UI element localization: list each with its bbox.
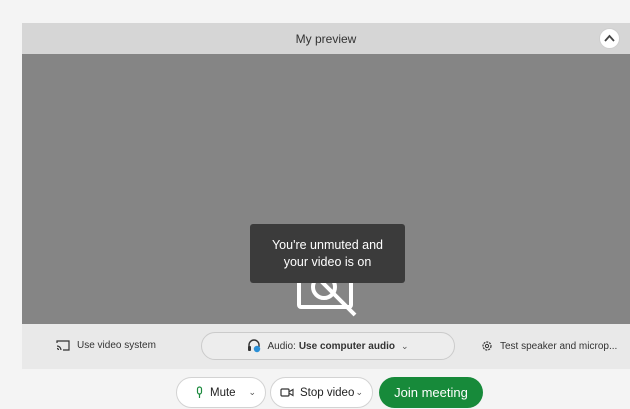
test-speaker-label: Test speaker and microp...	[500, 340, 618, 352]
chevron-down-icon: ⌄	[400, 340, 409, 351]
use-video-system-label: Use video system	[77, 340, 156, 351]
video-options-chevron-icon[interactable]: ⌄	[355, 387, 363, 398]
join-meeting-button[interactable]: Join meeting	[379, 377, 483, 408]
mute-button[interactable]: Mute ⌄	[176, 377, 266, 408]
video-camera-icon	[280, 388, 294, 397]
meeting-controls: Mute ⌄ Stop video ⌄ Join meeting	[0, 377, 630, 409]
use-video-system-button[interactable]: Use video system	[56, 340, 156, 351]
preview-header: My preview	[22, 23, 630, 54]
audio-prefix: Audio:	[267, 340, 296, 352]
collapse-preview-button[interactable]	[599, 28, 620, 49]
stop-video-label: Stop video	[300, 386, 355, 399]
preview-title: My preview	[295, 31, 357, 46]
chevron-up-icon	[604, 34, 615, 42]
audio-select[interactable]: Audio: Use computer audio ⌄	[201, 332, 455, 360]
status-toast: You're unmuted and your video is on	[250, 224, 405, 283]
gear-icon	[482, 341, 492, 351]
test-speaker-button[interactable]: Test speaker and microp...	[481, 340, 617, 352]
stop-video-button[interactable]: Stop video ⌄	[270, 377, 373, 408]
mute-options-chevron-icon[interactable]: ⌄	[248, 387, 256, 398]
video-preview: You're unmuted and your video is on	[22, 54, 630, 324]
audio-value: Use computer audio	[298, 340, 395, 352]
toast-line-1: You're unmuted and	[271, 237, 384, 252]
preview-panel: My preview You're unmuted and your video…	[22, 23, 630, 369]
preview-options-bar: Use video system Audio: Use computer aud…	[22, 324, 630, 369]
microphone-icon	[196, 386, 203, 398]
cast-icon	[56, 340, 70, 351]
mute-label: Mute	[210, 386, 236, 399]
headset-icon	[248, 339, 261, 353]
toast-line-2: your video is on	[283, 254, 372, 269]
